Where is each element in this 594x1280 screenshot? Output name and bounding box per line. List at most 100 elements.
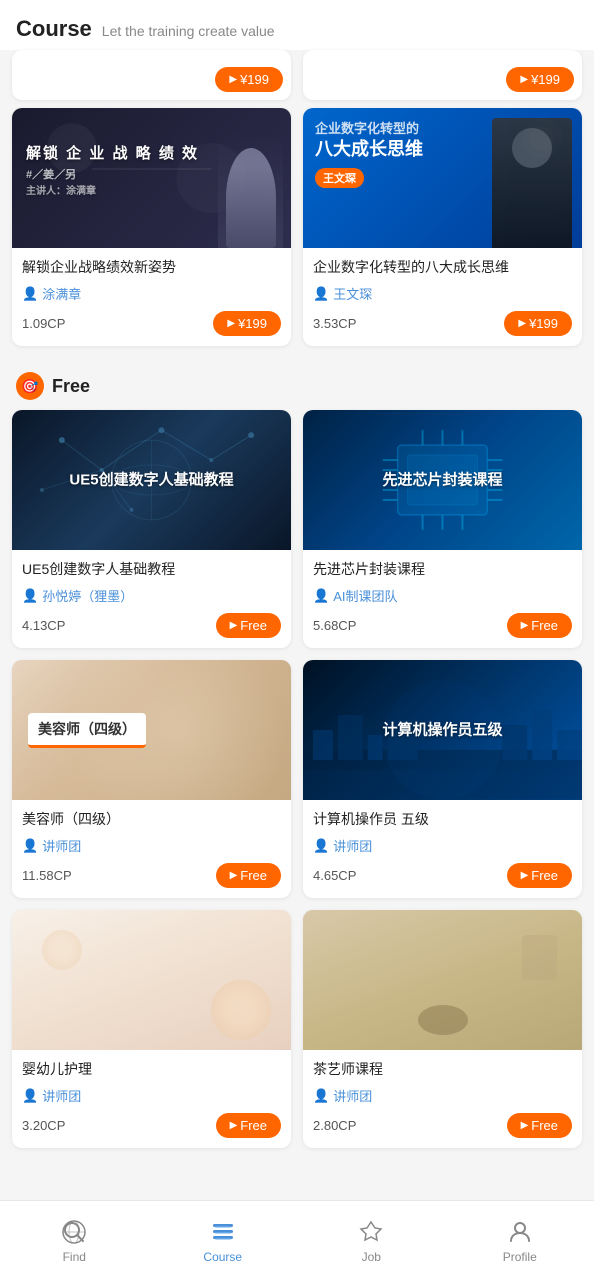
author-name-free4: 讲师团 — [333, 836, 372, 855]
price-btn-free6[interactable]: ▶ Free — [507, 1113, 572, 1138]
nav-label-profile: Profile — [503, 1250, 537, 1264]
author-icon-free6: 👤 — [313, 1088, 329, 1104]
price-label-free5: Free — [240, 1118, 267, 1133]
price-label-free1: Free — [240, 618, 267, 633]
price-label-free2: Free — [531, 618, 558, 633]
card-author-free6: 👤 讲师团 — [313, 1086, 572, 1105]
card-title-paid2: 企业数字化转型的八大成长思维 — [313, 258, 572, 278]
author-icon-free2: 👤 — [313, 588, 329, 604]
page-header: Course Let the training create value — [0, 0, 594, 50]
nav-item-course[interactable]: Course — [149, 1218, 298, 1264]
card-body-paid2: 企业数字化转型的八大成长思维 👤 王文琛 3.53CP ▶ ¥199 — [303, 248, 582, 346]
card-author-free4: 👤 讲师团 — [313, 836, 572, 855]
price-btn-free1[interactable]: ▶ Free — [216, 613, 281, 638]
card-body-free1: UE5创建数字人基础教程 👤 孙悦婷（狸墨） 4.13CP ▶ Free — [12, 550, 291, 648]
nav-item-profile[interactable]: Profile — [446, 1218, 594, 1264]
card-cp-paid2: 3.53CP — [313, 316, 356, 331]
partial-price-btn-right[interactable]: ▶ ¥199 — [506, 67, 574, 92]
card-footer-free5: 3.20CP ▶ Free — [22, 1113, 281, 1138]
play-icon-free4: ▶ — [521, 870, 529, 881]
thumb-text-free4: 计算机操作员五级 — [382, 720, 502, 741]
card-title-free4: 计算机操作员 五级 — [313, 810, 572, 830]
card-cp-free2: 5.68CP — [313, 618, 356, 633]
profile-icon — [506, 1218, 534, 1246]
card-cp-free3: 11.58CP — [22, 868, 72, 883]
course-card-free6[interactable]: 茶艺师课程 👤 讲师团 2.80CP ▶ Free — [303, 910, 582, 1148]
course-card-free5[interactable]: 婴幼儿护理 👤 讲师团 3.20CP ▶ Free — [12, 910, 291, 1148]
partial-card-left[interactable]: ▶ ¥199 — [12, 50, 291, 100]
author-icon-paid2: 👤 — [313, 286, 329, 302]
play-icon-paid2: ▶ — [518, 318, 526, 329]
price-btn-free5[interactable]: ▶ Free — [216, 1113, 281, 1138]
play-icon-paid1: ▶ — [227, 318, 235, 329]
price-btn-paid2[interactable]: ▶ ¥199 — [504, 311, 572, 336]
partial-card-right[interactable]: ▶ ¥199 — [303, 50, 582, 100]
card-author-paid2: 👤 王文琛 — [313, 284, 572, 303]
author-name-free6: 讲师团 — [333, 1086, 372, 1105]
price-btn-free3[interactable]: ▶ Free — [216, 863, 281, 888]
card-footer-free2: 5.68CP ▶ Free — [313, 613, 572, 638]
paid-courses-grid: 解锁 企 业 战 略 绩 效 #／姜／另 主讲人：涂满章 解锁企业战略绩效新姿势… — [0, 108, 594, 358]
card-title-free3: 美容师（四级） — [22, 810, 281, 830]
course-icon — [209, 1218, 237, 1246]
course-thumb-free2: 先进芯片封装课程 — [303, 410, 582, 550]
card-author-free1: 👤 孙悦婷（狸墨） — [22, 586, 281, 605]
free-courses-grid: UE5创建数字人基础教程 UE5创建数字人基础教程 👤 孙悦婷（狸墨） 4.13… — [0, 410, 594, 1160]
price-label-free6: Free — [531, 1118, 558, 1133]
course-card-paid1[interactable]: 解锁 企 业 战 略 绩 效 #／姜／另 主讲人：涂满章 解锁企业战略绩效新姿势… — [12, 108, 291, 346]
card-author-free2: 👤 AI制课团队 — [313, 586, 572, 605]
author-icon-free3: 👤 — [22, 838, 38, 854]
course-thumb-paid2: 企业数字化转型的 八大成长思维 王文琛 — [303, 108, 582, 248]
partial-price-btn-left[interactable]: ▶ ¥199 — [215, 67, 283, 92]
nav-item-find[interactable]: Find — [0, 1218, 149, 1264]
nav-item-job[interactable]: Job — [297, 1218, 446, 1264]
course-card-free4[interactable]: 计算机操作员五级 计算机操作员 五级 👤 讲师团 4.65CP ▶ Free — [303, 660, 582, 898]
course-thumb-free5 — [12, 910, 291, 1050]
card-title-free6: 茶艺师课程 — [313, 1060, 572, 1080]
page-subtitle: Let the training create value — [102, 23, 275, 39]
author-name-paid2: 王文琛 — [333, 284, 372, 303]
price-label-free4: Free — [531, 868, 558, 883]
nav-label-job: Job — [362, 1250, 381, 1264]
top-partial-row: ▶ ¥199 ▶ ¥199 — [0, 50, 594, 100]
card-footer-free3: 11.58CP ▶ Free — [22, 863, 281, 888]
card-title-free1: UE5创建数字人基础教程 — [22, 560, 281, 580]
card-body-free6: 茶艺师课程 👤 讲师团 2.80CP ▶ Free — [303, 1050, 582, 1148]
card-footer-free1: 4.13CP ▶ Free — [22, 613, 281, 638]
free-section-icon: 🎯 — [16, 372, 44, 400]
card-footer-paid1: 1.09CP ▶ ¥199 — [22, 311, 281, 336]
course-card-free2[interactable]: 先进芯片封装课程 先进芯片封装课程 👤 AI制课团队 5.68CP ▶ Free — [303, 410, 582, 648]
beauty-overlay: 美容师（四级） — [12, 660, 291, 800]
author-name-paid1: 涂满章 — [42, 284, 81, 303]
author-name-free5: 讲师团 — [42, 1086, 81, 1105]
card-cp-free6: 2.80CP — [313, 1118, 356, 1133]
beauty-label-box: 美容师（四级） — [28, 713, 146, 748]
card-body-free3: 美容师（四级） 👤 讲师团 11.58CP ▶ Free — [12, 800, 291, 898]
course-card-free3[interactable]: 美容师（四级） 美容师（四级） 👤 讲师团 11.58CP ▶ Free — [12, 660, 291, 898]
card-author-free3: 👤 讲师团 — [22, 836, 281, 855]
course-card-paid2[interactable]: 企业数字化转型的 八大成长思维 王文琛 企业数字化转型的八大成长思维 👤 王文琛 — [303, 108, 582, 346]
price-btn-free4[interactable]: ▶ Free — [507, 863, 572, 888]
card-author-free5: 👤 讲师团 — [22, 1086, 281, 1105]
page-title: Course — [16, 16, 92, 42]
card-title-paid1: 解锁企业战略绩效新姿势 — [22, 258, 281, 278]
course-thumb-free1: UE5创建数字人基础教程 — [12, 410, 291, 550]
course-card-free1[interactable]: UE5创建数字人基础教程 UE5创建数字人基础教程 👤 孙悦婷（狸墨） 4.13… — [12, 410, 291, 648]
course-thumb-free6 — [303, 910, 582, 1050]
price-label-free3: Free — [240, 868, 267, 883]
card-cp-free5: 3.20CP — [22, 1118, 65, 1133]
price-label-paid2: ¥199 — [529, 316, 558, 331]
nav-label-find: Find — [63, 1250, 86, 1264]
price-btn-free2[interactable]: ▶ Free — [507, 613, 572, 638]
card-cp-free1: 4.13CP — [22, 618, 65, 633]
course-thumb-paid1: 解锁 企 业 战 略 绩 效 #／姜／另 主讲人：涂满章 — [12, 108, 291, 248]
card-body-paid1: 解锁企业战略绩效新姿势 👤 涂满章 1.09CP ▶ ¥199 — [12, 248, 291, 346]
play-icon-free1: ▶ — [230, 620, 238, 631]
card-cp-paid1: 1.09CP — [22, 316, 65, 331]
find-icon — [60, 1218, 88, 1246]
author-icon-paid1: 👤 — [22, 286, 38, 302]
job-icon — [357, 1218, 385, 1246]
free-section-label: Free — [52, 376, 90, 397]
card-title-free5: 婴幼儿护理 — [22, 1060, 281, 1080]
price-btn-paid1[interactable]: ▶ ¥199 — [213, 311, 281, 336]
